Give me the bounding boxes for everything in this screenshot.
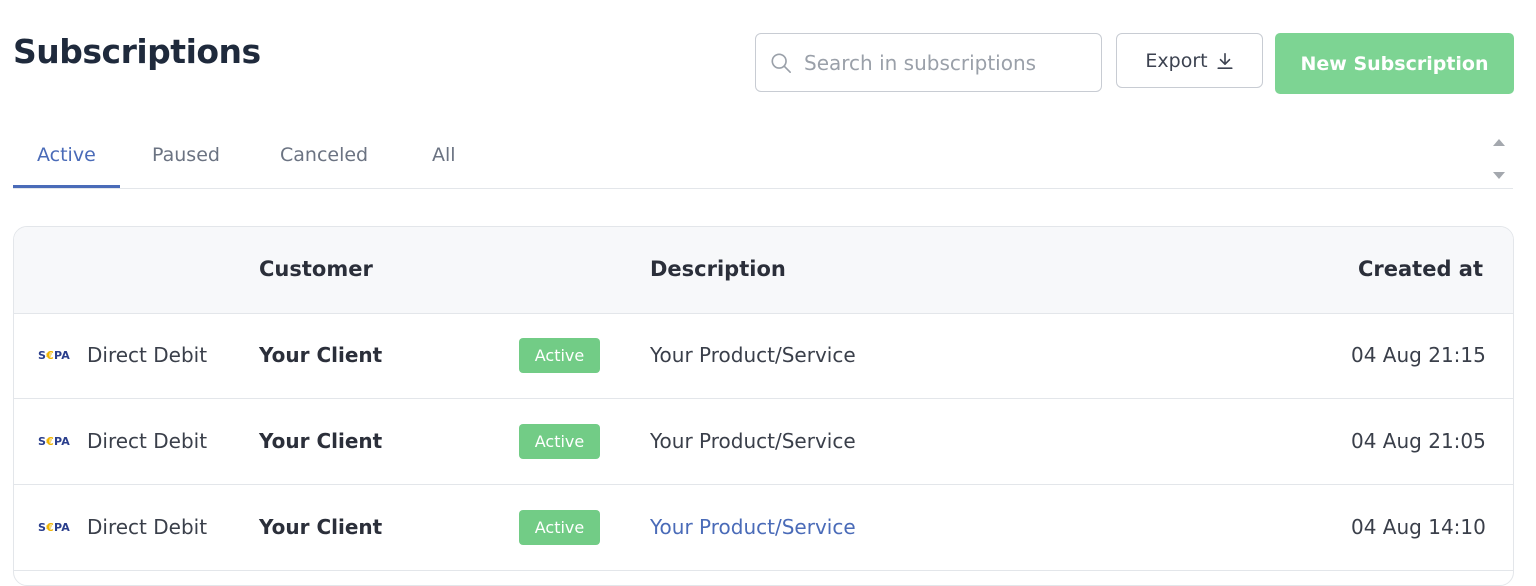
status-badge: Active [519, 510, 600, 545]
created-at: 04 Aug 14:10 [1351, 515, 1486, 539]
customer-name: Your Client [259, 343, 383, 367]
customer-name: Your Client [259, 429, 383, 453]
description: Your Product/Service [650, 429, 856, 453]
download-icon [1217, 52, 1233, 69]
scroll-down-arrow-icon[interactable] [1493, 172, 1505, 179]
tab-label: All [432, 144, 456, 166]
created-at: 04 Aug 21:05 [1351, 429, 1486, 453]
page-title: Subscriptions [13, 32, 261, 71]
column-header-description[interactable]: Description [650, 257, 786, 281]
search-box[interactable] [755, 33, 1102, 92]
column-header-created-at[interactable]: Created at [1358, 257, 1483, 281]
tab-label: Paused [152, 144, 220, 166]
export-button[interactable]: Export [1116, 33, 1263, 88]
column-header-customer[interactable]: Customer [259, 257, 373, 281]
subscriptions-table: Customer Description Created at S€PA Dir… [13, 226, 1514, 586]
sepa-logo-icon: S€PA [38, 349, 70, 362]
status-badge: Active [519, 424, 600, 459]
table-row[interactable]: S€PA Direct Debit Your Client Active You… [14, 313, 1513, 399]
sepa-logo-icon: S€PA [38, 521, 70, 534]
customer-name: Your Client [259, 515, 383, 539]
new-subscription-button[interactable]: New Subscription [1275, 33, 1514, 94]
tab-active[interactable]: Active [13, 144, 120, 188]
table-row[interactable]: S€PA Direct Debit Your Client Active You… [14, 485, 1513, 571]
created-at: 04 Aug 21:15 [1351, 343, 1486, 367]
payment-method: Direct Debit [87, 429, 208, 453]
export-button-label: Export [1145, 49, 1208, 72]
status-badge: Active [519, 338, 600, 373]
table-header: Customer Description Created at [14, 227, 1513, 314]
description-link[interactable]: Your Product/Service [650, 515, 856, 539]
payment-method: Direct Debit [87, 515, 208, 539]
tab-canceled[interactable]: Canceled [280, 144, 368, 188]
search-icon [771, 52, 791, 73]
search-input[interactable] [802, 49, 1086, 76]
sepa-logo-icon: S€PA [38, 435, 70, 448]
table-row[interactable]: S€PA Direct Debit Your Client Active You… [14, 399, 1513, 485]
tab-label: Active [37, 144, 96, 166]
scroll-up-arrow-icon[interactable] [1493, 139, 1505, 146]
tab-label: Canceled [280, 144, 369, 166]
tab-paused[interactable]: Paused [152, 144, 220, 188]
payment-method: Direct Debit [87, 343, 208, 367]
description: Your Product/Service [650, 343, 856, 367]
status-tabs: Active Paused Canceled All [13, 130, 1513, 189]
tab-all[interactable]: All [432, 144, 456, 188]
